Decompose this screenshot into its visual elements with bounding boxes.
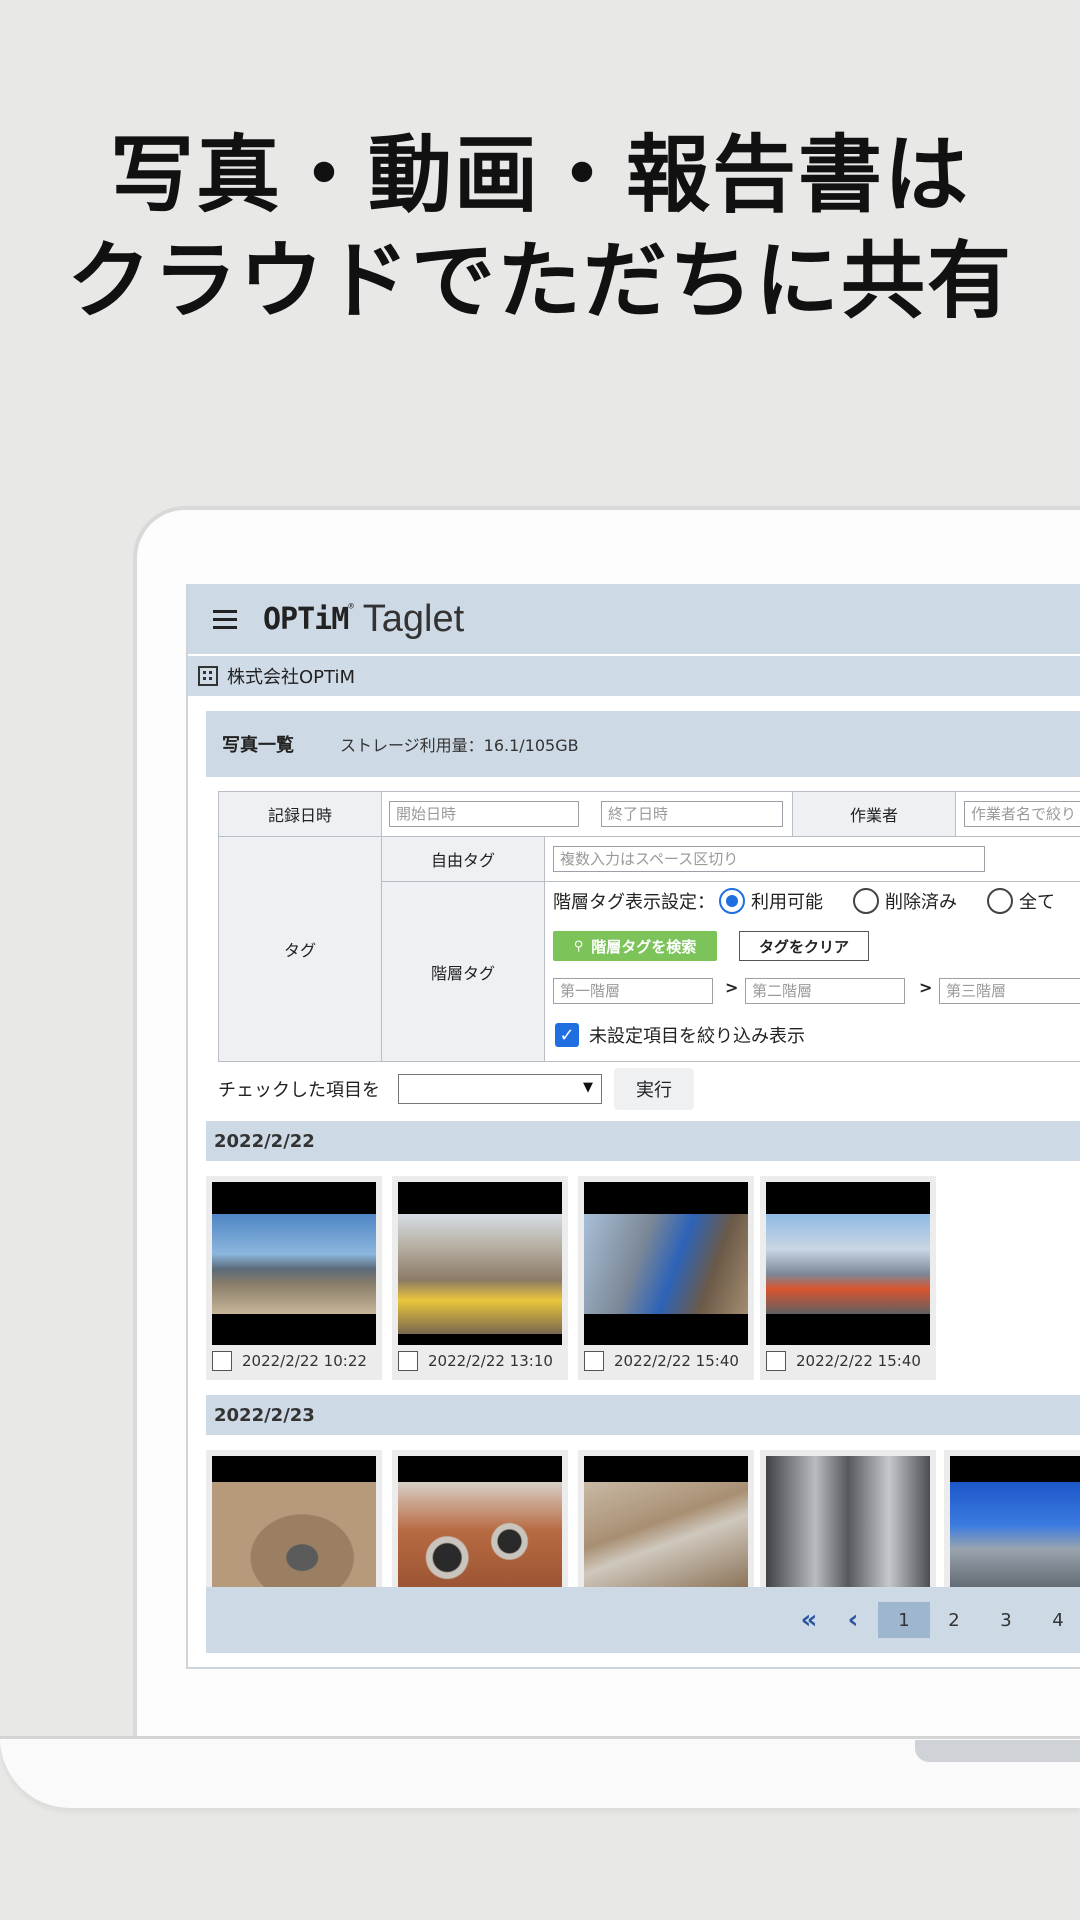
radio-deleted[interactable]: 削除済み (853, 888, 957, 914)
search-icon: ⚲ (573, 938, 584, 954)
bulk-action-label: チェックした項目を (218, 1080, 380, 1101)
photo-thumbnail[interactable] (398, 1182, 562, 1345)
display-setting-row: 階層タグ表示設定： 利用可能 削除済み 全て (553, 888, 1080, 914)
page-link[interactable]: 3 (986, 1602, 1026, 1638)
start-datetime-input[interactable]: 開始日時 (389, 801, 579, 827)
organization-bar[interactable]: 株式会社OPTiM (188, 656, 1080, 696)
radio-all[interactable]: 全て (987, 888, 1055, 914)
level-separator: > (919, 978, 933, 997)
checkbox-checked-icon[interactable]: ✓ (555, 1023, 579, 1047)
photo-card[interactable] (578, 1450, 754, 1590)
execute-button[interactable]: 実行 (614, 1068, 694, 1110)
photo-list-header: 写真一覧 ストレージ利用量：16.1/105GB (206, 711, 1080, 777)
photo-date: 2022/2/22 15:40 (614, 1352, 739, 1370)
radio-empty-icon (853, 888, 879, 914)
free-tag-cell: 複数入力はスペース区切り (544, 836, 1080, 882)
photo-card[interactable] (760, 1450, 936, 1590)
laptop-notch (915, 1740, 1080, 1762)
building-icon (198, 666, 218, 686)
radio-available[interactable]: 利用可能 (719, 888, 823, 914)
photo-date: 2022/2/22 10:22 (242, 1352, 367, 1370)
photo-thumbnail[interactable] (950, 1456, 1080, 1590)
photo-card[interactable] (206, 1450, 382, 1590)
photo-thumbnail[interactable] (212, 1456, 376, 1590)
photo-checkbox[interactable] (766, 1351, 786, 1371)
level2-input[interactable]: 第二階層 (745, 978, 905, 1004)
double-chevron-left-icon[interactable]: « (794, 1602, 824, 1638)
app-screen: OPTiM® Taglet 株式会社OPTiM 写真一覧 ストレージ利用量：16… (186, 584, 1080, 1669)
level3-input[interactable]: 第三階層 (939, 978, 1080, 1004)
photo-date: 2022/2/22 15:40 (796, 1352, 921, 1370)
photo-checkbox[interactable] (212, 1351, 232, 1371)
tag-label: タグ (218, 836, 382, 1062)
page-current[interactable]: 1 (878, 1602, 930, 1638)
display-setting-label: 階層タグ表示設定： (553, 892, 715, 913)
chevron-left-icon[interactable]: ‹ (838, 1602, 868, 1638)
unset-filter-row[interactable]: ✓ 未設定項目を絞り込み表示 (555, 1022, 805, 1048)
clear-tag-button[interactable]: タグをクリア (739, 931, 869, 961)
menu-icon[interactable] (213, 609, 237, 629)
photo-checkbox[interactable] (398, 1351, 418, 1371)
datetime-cell: 開始日時 終了日時 (381, 791, 793, 837)
worker-label: 作業者 (792, 791, 956, 837)
photo-thumbnail[interactable] (212, 1182, 376, 1345)
photo-card[interactable]: 2022/2/22 13:10 (392, 1176, 568, 1380)
photo-card[interactable]: 2022/2/22 15:40 (578, 1176, 754, 1380)
date-group-header: 2022/2/22 (206, 1121, 1080, 1161)
app-bar: OPTiM® Taglet (188, 584, 1080, 654)
photo-date: 2022/2/22 13:10 (428, 1352, 553, 1370)
free-tag-input[interactable]: 複数入力はスペース区切り (553, 846, 985, 872)
photo-card[interactable]: 2022/2/22 15:40 (760, 1176, 936, 1380)
headline-line-2: クラウドでただちに共有 (66, 232, 1013, 330)
brand-logo: OPTiM® (263, 601, 354, 637)
hier-tag-cell: 階層タグ表示設定： 利用可能 削除済み 全て ⚲ 階層タグを検索 タグをクリア … (544, 881, 1080, 1062)
radio-selected-icon (719, 888, 745, 914)
level1-input[interactable]: 第一階層 (553, 978, 713, 1004)
record-datetime-label: 記録日時 (218, 791, 382, 837)
unset-filter-label: 未設定項目を絞り込み表示 (589, 1026, 805, 1047)
page-link[interactable]: 2 (934, 1602, 974, 1638)
photo-thumbnail[interactable] (766, 1182, 930, 1345)
bulk-action-select[interactable] (398, 1074, 602, 1104)
headline: 写真・動画・報告書は クラウドでただちに共有 (0, 122, 1080, 334)
level-separator: > (725, 978, 739, 997)
date-group-header: 2022/2/23 (206, 1395, 1080, 1435)
photo-thumbnail[interactable] (584, 1182, 748, 1345)
bulk-action-row: チェックした項目を 実行 (218, 1068, 694, 1110)
hier-tag-label: 階層タグ (381, 881, 545, 1062)
pagination: « ‹ 1 2 3 4 (206, 1587, 1080, 1653)
search-hier-tag-button[interactable]: ⚲ 階層タグを検索 (553, 931, 717, 961)
page-link[interactable]: 4 (1038, 1602, 1078, 1638)
storage-usage: ストレージ利用量：16.1/105GB (340, 736, 579, 755)
free-tag-label: 自由タグ (381, 836, 545, 882)
photo-thumbnail[interactable] (398, 1456, 562, 1590)
photo-card[interactable] (944, 1450, 1080, 1590)
organization-name: 株式会社OPTiM (227, 667, 355, 688)
worker-input[interactable]: 作業者名で絞り (964, 801, 1080, 827)
headline-line-1: 写真・動画・報告書は (109, 126, 970, 224)
photo-thumbnail[interactable] (584, 1456, 748, 1590)
photo-thumbnail[interactable] (766, 1456, 930, 1590)
brand-name: Taglet (362, 597, 465, 640)
photo-card[interactable]: 2022/2/22 10:22 (206, 1176, 382, 1380)
end-datetime-input[interactable]: 終了日時 (601, 801, 783, 827)
photo-checkbox[interactable] (584, 1351, 604, 1371)
page-title: 写真一覧 (222, 735, 294, 756)
radio-empty-icon (987, 888, 1013, 914)
worker-cell: 作業者名で絞り (955, 791, 1080, 837)
photo-card[interactable] (392, 1450, 568, 1590)
